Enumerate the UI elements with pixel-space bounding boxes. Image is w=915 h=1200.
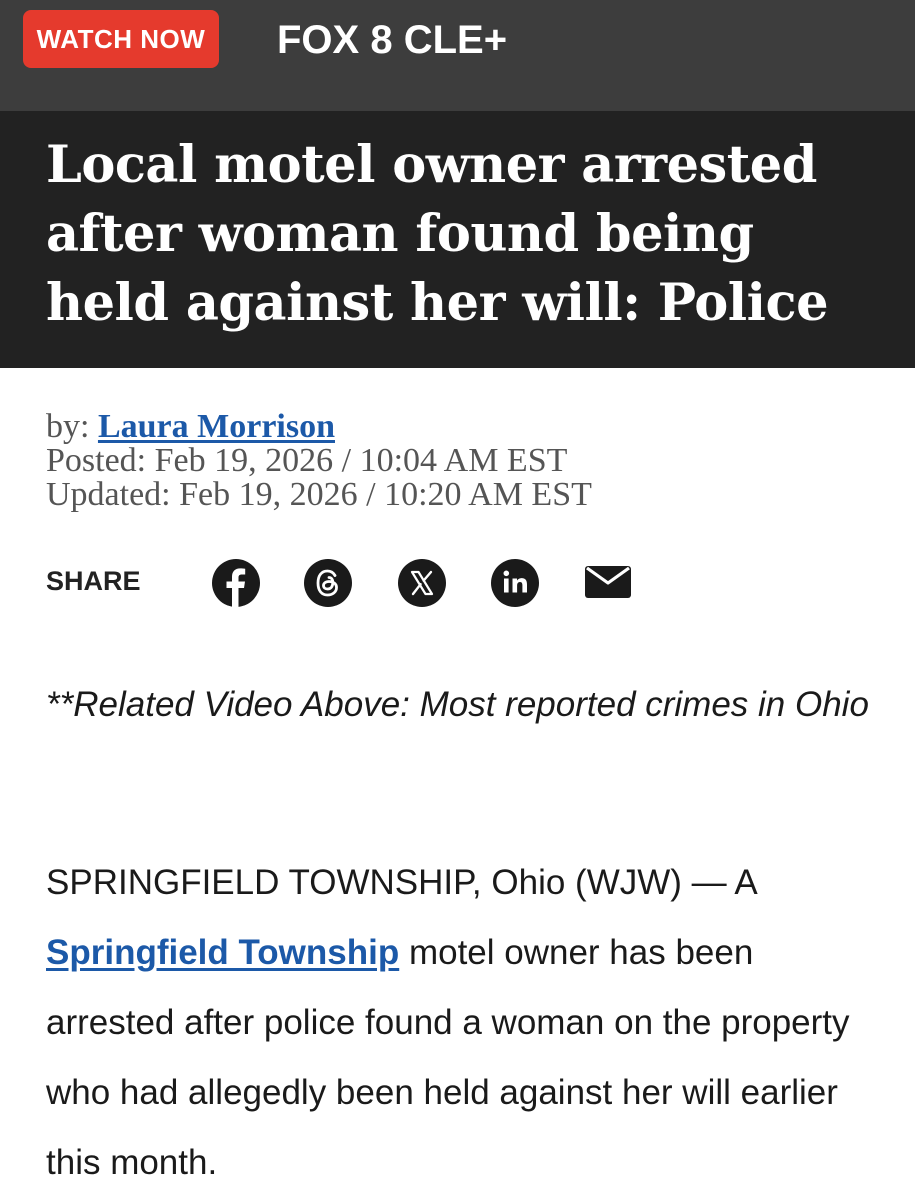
facebook-icon[interactable]: [211, 558, 261, 608]
byline-prefix: by:: [46, 408, 98, 445]
brand-name[interactable]: FOX 8 CLE+: [277, 12, 507, 68]
x-icon[interactable]: [397, 558, 447, 608]
author-row: by: Laura Morrison: [46, 410, 592, 444]
related-video-note: **Related Video Above: Most reported cri…: [46, 685, 869, 724]
share-label: SHARE: [46, 566, 141, 596]
watch-now-button[interactable]: WATCH NOW: [23, 10, 219, 68]
threads-icon[interactable]: [303, 558, 353, 608]
email-icon[interactable]: [583, 558, 633, 608]
linkedin-icon[interactable]: [490, 558, 540, 608]
posted-date: Posted: Feb 19, 2026 / 10:04 AM EST: [46, 442, 568, 479]
headline-banner: Local motel owner arrested after woman f…: [0, 111, 915, 368]
updated-date: Updated: Feb 19, 2026 / 10:20 AM EST: [46, 476, 592, 513]
byline: by: Laura Morrison Posted: Feb 19, 2026 …: [46, 410, 592, 512]
springfield-township-link[interactable]: Springfield Township: [46, 933, 399, 972]
author-link[interactable]: Laura Morrison: [98, 408, 335, 445]
article-paragraph: SPRINGFIELD TOWNSHIP, Ohio (WJW) — A Spr…: [46, 848, 886, 1198]
top-bar: WATCH NOW FOX 8 CLE+: [0, 0, 915, 111]
paragraph-lead: SPRINGFIELD TOWNSHIP, Ohio (WJW) — A: [46, 863, 756, 902]
article-headline: Local motel owner arrested after woman f…: [46, 135, 829, 333]
